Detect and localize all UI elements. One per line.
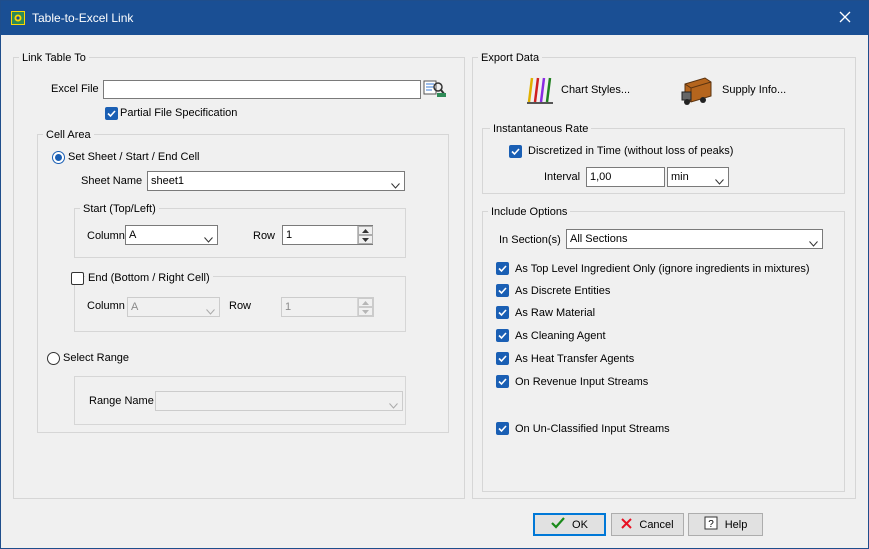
title-bar: Table-to-Excel Link [1,1,868,35]
option-label-discrete: As Discrete Entities [515,285,611,297]
cancel-button[interactable]: Cancel [611,513,684,536]
export-data-label: Export Data [478,51,543,65]
supply-info-button[interactable]: Supply Info... [681,74,801,106]
spin-down-icon[interactable] [358,307,373,316]
close-icon [839,11,851,26]
end-row-spinner[interactable] [357,298,373,316]
include-options-label: Include Options [488,205,571,219]
select-range-radio[interactable] [47,352,60,365]
partial-file-spec-checkbox[interactable] [105,107,118,120]
in-sections-value: All Sections [570,233,628,245]
dialog-window: Table-to-Excel Link Link Table To Excel … [0,0,869,549]
cancel-label: Cancel [639,518,674,531]
interval-unit-combo[interactable]: min [667,167,729,187]
spin-up-icon[interactable] [358,298,373,307]
option-label-heat-transfer: As Heat Transfer Agents [515,353,635,365]
start-column-combo[interactable]: A [125,225,218,245]
chevron-down-icon [389,397,398,409]
chevron-down-icon [206,303,215,315]
discretized-label: Discretized in Time (without loss of pea… [528,145,734,157]
help-label: Help [724,518,748,531]
svg-text:?: ? [708,519,714,530]
chart-styles-button[interactable]: Chart Styles... [526,74,646,106]
interval-unit-value: min [671,171,689,183]
option-checkbox-heat-transfer[interactable] [496,352,509,365]
option-label-top-level: As Top Level Ingredient Only (ignore ing… [515,263,810,275]
option-checkbox-cleaning-agent[interactable] [496,329,509,342]
in-sections-combo[interactable]: All Sections [566,229,823,249]
start-row-spinner[interactable] [357,226,373,244]
interval-label: Interval [544,171,581,183]
interval-input[interactable]: 1,00 [586,167,665,187]
supply-info-label: Supply Info... [722,84,787,96]
option-checkbox-top-level[interactable] [496,262,509,275]
partial-file-spec-label: Partial File Specification [120,107,238,119]
discretized-checkbox[interactable] [509,145,522,158]
chevron-down-icon [391,177,400,189]
start-column-label: Column [87,230,125,242]
range-name-combo[interactable] [155,391,403,411]
option-label-revenue: On Revenue Input Streams [515,376,649,388]
sheet-name-label: Sheet Name [81,175,143,187]
cancel-x-icon [621,517,633,532]
instantaneous-rate-label: Instantaneous Rate [490,122,592,136]
ok-label: OK [572,518,588,531]
option-label-unclassified: On Un-Classified Input Streams [515,423,670,435]
cell-area-label: Cell Area [43,128,94,142]
spin-up-icon[interactable] [358,226,373,235]
in-sections-label: In Section(s) [499,234,561,246]
file-browse-icon[interactable] [423,78,447,98]
sheet-name-value: sheet1 [151,175,185,187]
help-button[interactable]: ? Help [688,513,763,536]
ok-button[interactable]: OK [533,513,606,536]
chevron-down-icon [715,173,724,185]
end-column-label: Column [87,300,125,312]
chevron-down-icon [809,235,818,247]
excel-file-input[interactable] [103,80,421,99]
set-sheet-label: Set Sheet / Start / End Cell [68,151,200,163]
app-icon [11,11,25,25]
option-checkbox-unclassified[interactable] [496,422,509,435]
chart-styles-label: Chart Styles... [561,84,631,96]
start-column-value: A [129,229,137,241]
checkmark-icon [551,517,565,532]
option-checkbox-discrete[interactable] [496,284,509,297]
chevron-down-icon [204,231,213,243]
sheet-name-combo[interactable]: sheet1 [147,171,405,191]
window-title: Table-to-Excel Link [32,11,134,25]
spin-down-icon[interactable] [358,235,373,244]
start-row-label: Row [253,230,276,242]
end-column-combo[interactable]: A [127,297,220,317]
help-icon: ? [704,516,718,533]
excel-file-label: Excel File [51,83,99,95]
end-row-label: Row [229,300,252,312]
end-column-value: A [131,301,139,313]
end-label: End (Bottom / Right Cell) [85,271,213,285]
option-checkbox-raw-material[interactable] [496,306,509,319]
range-name-label: Range Name [89,395,154,407]
chart-styles-icon [526,74,556,109]
supply-truck-icon [681,74,717,109]
option-label-raw-material: As Raw Material [515,307,596,319]
set-sheet-radio[interactable] [52,151,65,164]
close-button[interactable] [822,1,868,35]
option-label-cleaning-agent: As Cleaning Agent [515,330,606,342]
end-checkbox[interactable] [71,272,84,285]
option-checkbox-revenue[interactable] [496,375,509,388]
select-range-label: Select Range [63,352,130,364]
link-table-to-label: Link Table To [19,51,89,65]
start-group-label: Start (Top/Left) [80,202,159,216]
